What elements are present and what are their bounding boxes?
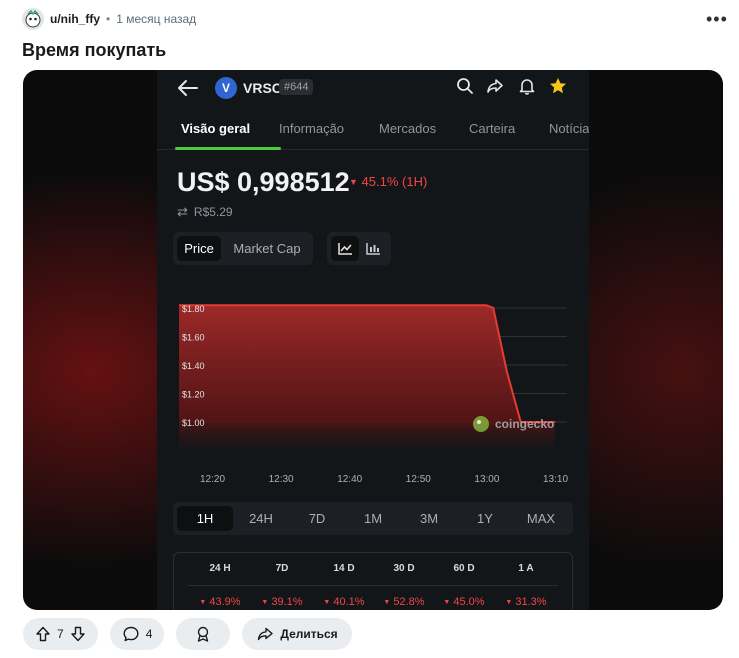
perf-value: ▼ 45.0% xyxy=(443,596,485,608)
range-button-24h: 24H xyxy=(249,511,273,526)
x-tick-label: 12:30 xyxy=(268,474,294,485)
range-button-1m: 1M xyxy=(363,511,383,526)
swap-icon: ⇄ xyxy=(177,204,188,219)
comment-icon xyxy=(123,626,139,642)
share-label: Делиться xyxy=(280,627,338,641)
more-options-icon[interactable]: ••• xyxy=(706,9,728,30)
active-tab-indicator xyxy=(175,147,281,150)
chart-style-toggle xyxy=(327,232,391,265)
x-tick-label: 13:00 xyxy=(474,474,500,485)
username[interactable]: u/nih_ffy xyxy=(50,12,100,26)
market-cap-toggle-button: Market Cap xyxy=(233,241,301,256)
down-triangle-icon: ▼ xyxy=(349,177,358,187)
perf-header: 30 D xyxy=(393,563,415,574)
post-action-bar: 7 4 Делиться xyxy=(23,618,352,650)
y-tick-label: $1.40 xyxy=(182,361,205,371)
tab-markets: Mercados xyxy=(379,121,437,136)
app-topbar: V VRSC #644 xyxy=(157,70,589,106)
perf-header: 24 H xyxy=(209,563,231,574)
brl-price: ⇄ R$5.29 xyxy=(177,204,233,220)
y-tick-label: $1.60 xyxy=(182,333,205,343)
search-icon xyxy=(457,78,473,94)
range-button-max: MAX xyxy=(526,511,556,526)
comment-count: 4 xyxy=(145,627,153,641)
perf-header: 7D xyxy=(275,563,289,574)
separator-dot: • xyxy=(106,12,111,26)
x-tick-label: 12:50 xyxy=(405,474,431,485)
avatar[interactable] xyxy=(22,8,44,30)
star-icon xyxy=(550,78,566,94)
tab-news: Notícia xyxy=(549,121,589,136)
perf-header: 1 A xyxy=(518,563,534,574)
perf-value: ▼ 39.1% xyxy=(261,596,303,608)
post-media[interactable]: V VRSC #644 Visão geral Informação Merca… xyxy=(23,70,723,610)
line-chart-button xyxy=(331,236,359,261)
perf-header: 14 D xyxy=(333,563,355,574)
price-value: US$ 0,998512 xyxy=(177,167,350,197)
back-arrow-icon xyxy=(178,80,198,96)
time-range-selector: 1H 24H 7D 1M 3M 1Y MAX xyxy=(173,502,573,535)
coin-rank-badge: #644 xyxy=(279,79,314,95)
vote-pill: 7 xyxy=(23,618,98,650)
coingecko-watermark: coingecko xyxy=(473,416,554,432)
downvote-icon[interactable] xyxy=(70,626,86,642)
award-button[interactable] xyxy=(176,618,231,650)
coin-symbol: VRSC xyxy=(243,80,282,96)
range-button-7d: 7D xyxy=(308,511,326,526)
price-chart: $1.80 $1.60 $1.40 $1.20 $1.00 coingecko xyxy=(179,304,567,458)
perf-value: ▼ 43.9% xyxy=(199,596,241,608)
share-icon xyxy=(487,79,503,93)
comments-button[interactable]: 4 xyxy=(109,618,165,650)
perf-value: ▼ 31.3% xyxy=(505,596,547,608)
range-button-1y: 1Y xyxy=(477,511,493,526)
post-timestamp: 1 месяц назад xyxy=(116,12,197,26)
tab-overview: Visão geral xyxy=(181,121,251,136)
share-arrow-icon xyxy=(258,627,274,641)
line-chart-icon xyxy=(338,243,352,255)
brl-price-value: R$5.29 xyxy=(193,205,233,219)
perf-value: ▼ 40.1% xyxy=(323,596,365,608)
price-change-value: 45.1% (1H) xyxy=(361,174,428,189)
share-button[interactable]: Делиться xyxy=(242,618,352,650)
y-tick-label: $1.80 xyxy=(182,304,205,314)
watermark-text: coingecko xyxy=(495,417,554,431)
table-divider xyxy=(188,585,558,586)
y-tick-label: $1.00 xyxy=(182,418,205,428)
bell-icon xyxy=(519,79,535,95)
x-tick-label: 12:40 xyxy=(337,474,363,485)
candlestick-icon xyxy=(366,243,380,255)
x-tick-label: 13:10 xyxy=(543,474,569,485)
tab-portfolio: Carteira xyxy=(469,121,516,136)
range-button-3m: 3M xyxy=(419,511,439,526)
upvote-icon[interactable] xyxy=(35,626,51,642)
performance-table: 24 H 7D 14 D 30 D 60 D 1 A ▼ 43.9% ▼ 39.1% ▼ 40.1% ▼… xyxy=(173,552,573,610)
perf-header: 60 D xyxy=(453,563,475,574)
vote-count: 7 xyxy=(57,627,64,641)
range-button-1h: 1H xyxy=(177,506,233,531)
tab-information: Informação xyxy=(279,121,345,136)
y-tick-label: $1.20 xyxy=(182,390,205,400)
perf-value: ▼ 52.8% xyxy=(383,596,425,608)
award-icon xyxy=(198,626,209,642)
app-tabs: Visão geral Informação Mercados Carteira… xyxy=(157,114,589,150)
chart-type-toggle: Price Market Cap xyxy=(173,232,313,265)
post-title[interactable]: Время покупать xyxy=(22,40,166,61)
coin-logo: V xyxy=(215,77,237,99)
candle-chart-button xyxy=(359,236,387,261)
price-toggle-button: Price xyxy=(177,236,221,261)
post-header: u/nih_ffy • 1 месяц назад xyxy=(22,8,196,30)
app-screenshot: V VRSC #644 Visão geral Informação Merca… xyxy=(157,70,589,610)
x-tick-label: 12:20 xyxy=(200,474,226,485)
price-change: ▼ 45.1% (1H) xyxy=(349,174,427,189)
